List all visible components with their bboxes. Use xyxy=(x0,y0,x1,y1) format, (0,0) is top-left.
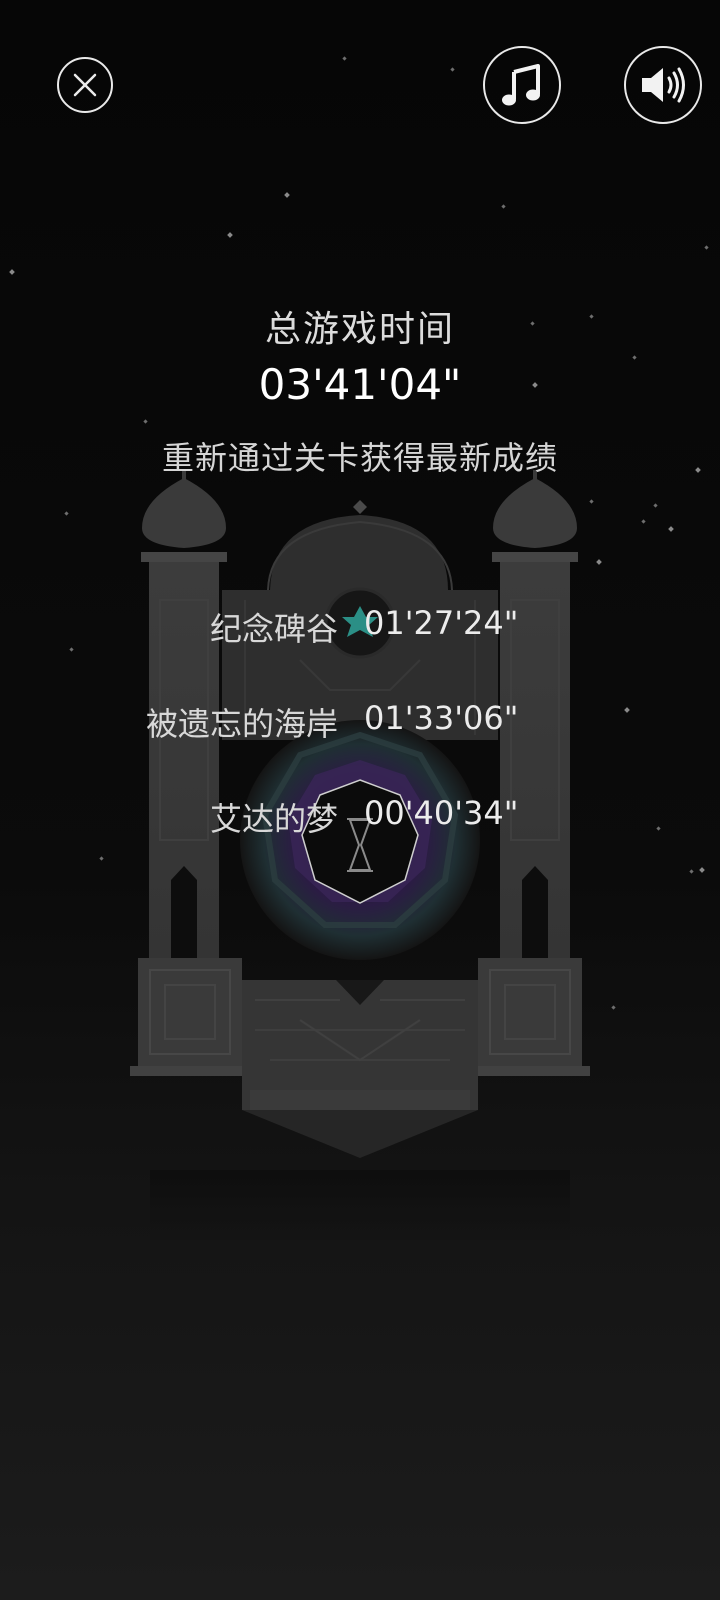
level-row-idas-dream: 艾达的梦 00'40'34" xyxy=(0,794,720,838)
sound-toggle-button[interactable] xyxy=(624,46,702,124)
level-name: 纪念碑谷 xyxy=(209,610,338,648)
replay-hint-text: 重新通过关卡获得最新成绩 xyxy=(161,439,558,477)
music-toggle-button[interactable] xyxy=(483,46,561,124)
level-row-forgotten-shores: 被遗忘的海岸 01'33'06" xyxy=(0,699,720,743)
close-icon xyxy=(73,73,97,97)
level-time: 01'27'24" xyxy=(364,604,519,642)
total-play-time-label: 总游戏时间 xyxy=(264,309,455,350)
speaker-icon xyxy=(642,67,685,103)
level-time: 00'40'34" xyxy=(364,794,519,832)
level-name: 艾达的梦 xyxy=(209,800,338,838)
level-row-monument-valley: 纪念碑谷 01'27'24" xyxy=(0,604,720,648)
level-time: 01'33'06" xyxy=(364,699,519,737)
music-note-icon xyxy=(502,64,540,106)
level-name: 被遗忘的海岸 xyxy=(145,705,338,743)
total-play-time-value: 03'41'04" xyxy=(258,360,462,409)
close-button[interactable] xyxy=(57,57,113,113)
